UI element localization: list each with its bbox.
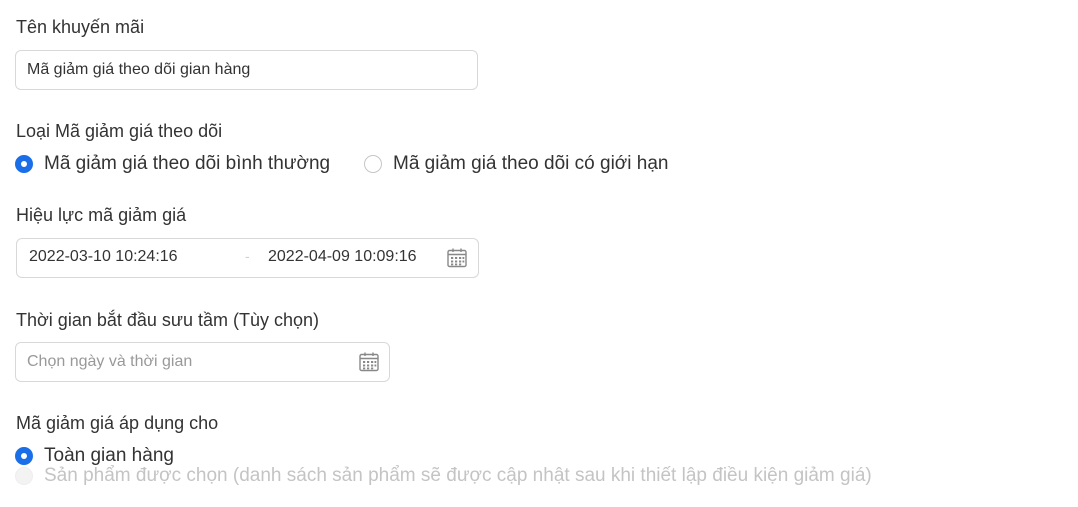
radio-checked-icon[interactable] <box>15 155 33 173</box>
radio-checked-icon[interactable] <box>15 447 33 465</box>
voucher-type-limited-label: Mã giảm giá theo dõi có giới hạn <box>393 153 669 174</box>
radio-disabled-icon <box>15 467 33 485</box>
radio-unchecked-icon[interactable] <box>364 155 382 173</box>
applies-to-label: Mã giảm giá áp dụng cho <box>16 413 219 433</box>
voucher-type-label: Loại Mã giảm giá theo dõi <box>16 121 223 141</box>
applies-to-selected-products-label: Sản phẩm được chọn (danh sách sản phẩm s… <box>44 465 872 486</box>
promo-name-input[interactable] <box>15 50 478 90</box>
applies-to-selected-products-option: Sản phẩm được chọn (danh sách sản phẩm s… <box>15 464 872 488</box>
calendar-icon[interactable] <box>358 351 380 373</box>
collect-start-placeholder: Chọn ngày và thời gian <box>27 353 193 370</box>
validity-end-date[interactable]: 2022-04-09 10:09:16 <box>268 248 417 266</box>
validity-label: Hiệu lực mã giảm giá <box>16 205 187 225</box>
promo-name-label: Tên khuyến mãi <box>16 17 145 37</box>
voucher-type-limited-option[interactable]: Mã giảm giá theo dõi có giới hạn <box>364 152 668 176</box>
voucher-type-normal-option[interactable]: Mã giảm giá theo dõi bình thường <box>15 152 330 176</box>
collect-start-picker[interactable]: Chọn ngày và thời gian <box>15 342 390 382</box>
voucher-type-normal-label: Mã giảm giá theo dõi bình thường <box>44 153 331 174</box>
calendar-icon[interactable] <box>446 247 468 269</box>
date-range-separator: - <box>245 248 250 264</box>
validity-start-date[interactable]: 2022-03-10 10:24:16 <box>29 248 178 266</box>
validity-date-range-picker[interactable]: 2022-03-10 10:24:16 - 2022-04-09 10:09:1… <box>16 238 479 278</box>
collect-start-label: Thời gian bắt đầu sưu tầm (Tùy chọn) <box>16 310 319 330</box>
